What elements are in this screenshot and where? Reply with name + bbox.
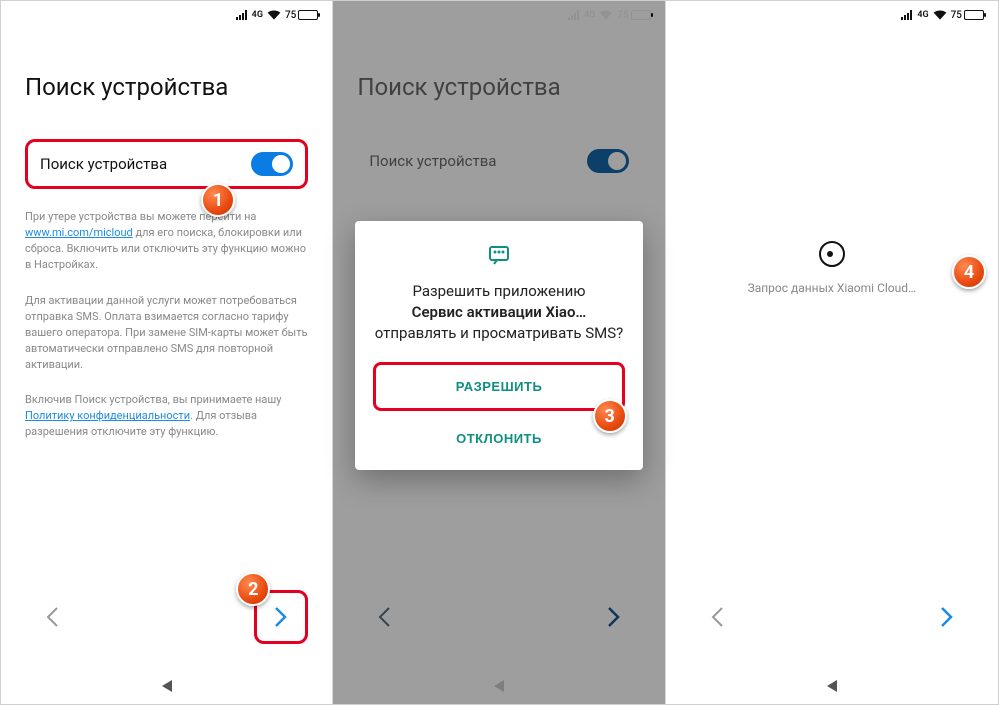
- screen-1-find-device: 4G 75 Поиск устройства Поиск устройства …: [1, 1, 333, 704]
- deny-button[interactable]: ОТКЛОНИТЬ: [373, 417, 624, 460]
- annotation-badge-4: 4: [952, 255, 986, 289]
- system-nav-back[interactable]: [666, 680, 998, 692]
- info-paragraph-2: Для активации данной услуги может потреб…: [25, 293, 308, 373]
- loading-indicator: Запрос данных Xiaomi Cloud…: [666, 241, 998, 295]
- wifi-icon: [267, 10, 281, 20]
- loading-text: Запрос данных Xiaomi Cloud…: [666, 281, 998, 295]
- screen-3-loading: 4G 75 Запрос данных Xiaomi Cloud… 4: [666, 1, 998, 704]
- toggle-switch[interactable]: [251, 152, 293, 176]
- system-nav-back[interactable]: [1, 680, 332, 692]
- toggle-label: Поиск устройства: [40, 155, 167, 173]
- page-title: Поиск устройства: [25, 73, 308, 101]
- annotation-badge-3: 3: [593, 399, 627, 433]
- network-type: 4G: [252, 10, 263, 20]
- dialog-message: Разрешить приложению Сервис активации Xi…: [373, 281, 624, 344]
- privacy-link[interactable]: Политику конфиденциальности: [25, 409, 190, 422]
- bottom-nav: [666, 590, 998, 644]
- spinner-icon: [819, 241, 845, 267]
- info-paragraph-1: При утере устройства вы можете перейти н…: [25, 209, 308, 273]
- find-device-toggle-row[interactable]: Поиск устройства: [25, 139, 308, 189]
- wifi-icon: [933, 10, 947, 20]
- bottom-nav: [1, 590, 332, 644]
- permission-dialog: Разрешить приложению Сервис активации Xi…: [355, 221, 642, 470]
- nav-back-button[interactable]: [690, 590, 744, 644]
- status-bar: 4G 75: [666, 1, 998, 29]
- signal-bars-icon: [901, 10, 913, 20]
- network-type: 4G: [917, 10, 928, 20]
- nav-back-button[interactable]: [25, 590, 79, 644]
- battery-indicator: 75: [285, 10, 318, 21]
- allow-button[interactable]: РАЗРЕШИТЬ: [373, 362, 624, 411]
- annotation-badge-1: 1: [201, 183, 235, 217]
- nav-next-button[interactable]: [920, 590, 974, 644]
- signal-bars-icon: [236, 10, 248, 20]
- status-bar: 4G 75: [1, 1, 332, 29]
- sms-icon: [373, 243, 624, 271]
- screen-2-permission-dialog: 4G 75 Поиск устройства Поиск устройства: [333, 1, 665, 704]
- micloud-link[interactable]: www.mi.com/micloud: [25, 226, 133, 239]
- info-paragraph-3: Включив Поиск устройства, вы принимаете …: [25, 392, 308, 440]
- battery-indicator: 75: [951, 10, 984, 21]
